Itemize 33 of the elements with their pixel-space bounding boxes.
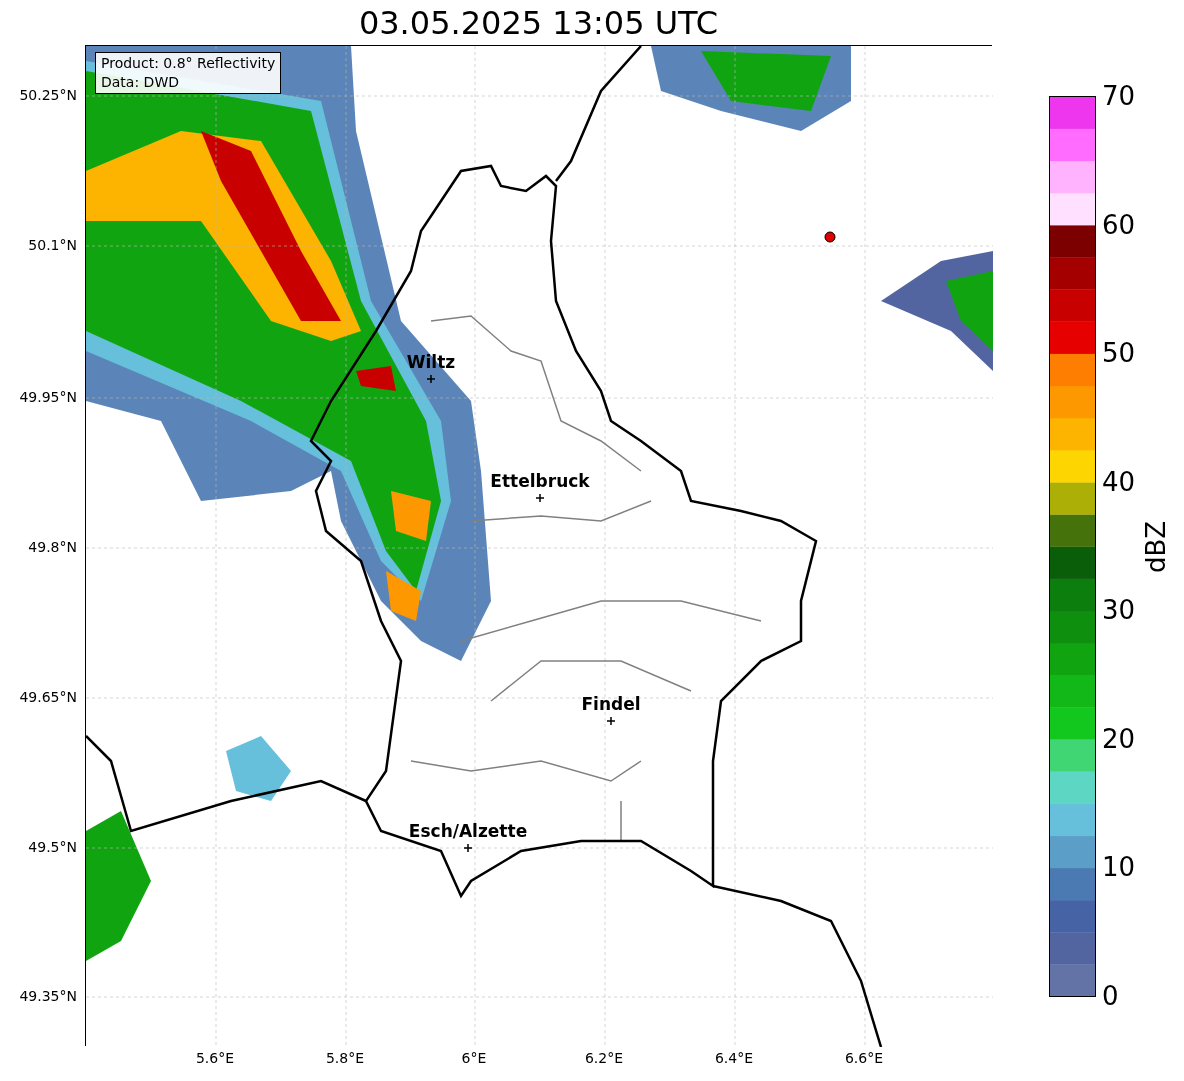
city-label: Findel — [581, 695, 641, 713]
city-marker-icon — [427, 375, 435, 383]
colorbar-label: dBZ — [1141, 520, 1171, 573]
axis-tick-label: 6.4°E — [714, 1050, 754, 1066]
axis-tick-label: 49.5°N — [28, 839, 77, 855]
axis-tick-label: 49.8°N — [28, 539, 77, 555]
axis-tick-label: 5.6°E — [195, 1050, 235, 1066]
colorbar-tick-label: 40 — [1102, 466, 1136, 497]
colorbar-tick-label: 50 — [1102, 338, 1136, 369]
dot-icon — [824, 231, 836, 243]
legend-text: Product: 0.8° Reflectivity — [101, 54, 276, 73]
colorbar-tick-label: 0 — [1102, 981, 1119, 1011]
city-marker-icon — [607, 717, 615, 725]
colorbar-tick-label: 60 — [1102, 209, 1136, 240]
axis-tick-label: 50.25°N — [19, 87, 77, 103]
axis-tick-label: 6°E — [461, 1050, 487, 1066]
city-label: Ettelbruck — [490, 472, 590, 490]
axis-tick-label: 49.95°N — [19, 389, 77, 405]
chart-title: 03.05.2025 13:05 UTC — [358, 3, 719, 44]
colorbar-tick-label: 20 — [1102, 723, 1136, 754]
axis-tick-label: 49.65°N — [19, 689, 77, 705]
axis-tick-label: 50.1°N — [28, 237, 77, 253]
legend-text: Data: DWD — [101, 73, 180, 92]
axis-tick-label: 6.6°E — [844, 1050, 884, 1066]
axis-tick-label: 49.35°N — [19, 988, 77, 1004]
city-marker-icon — [536, 494, 544, 502]
axis-tick-label: 6.2°E — [584, 1050, 624, 1066]
colorbar-tick-label: 10 — [1102, 852, 1136, 883]
city-label: Esch/Alzette — [408, 822, 528, 840]
axis-tick-label: 5.8°E — [325, 1050, 365, 1066]
city-marker-icon — [464, 844, 472, 852]
colorbar-tick-label: 30 — [1102, 595, 1136, 626]
colorbar-tick-label: 70 — [1102, 81, 1136, 111]
